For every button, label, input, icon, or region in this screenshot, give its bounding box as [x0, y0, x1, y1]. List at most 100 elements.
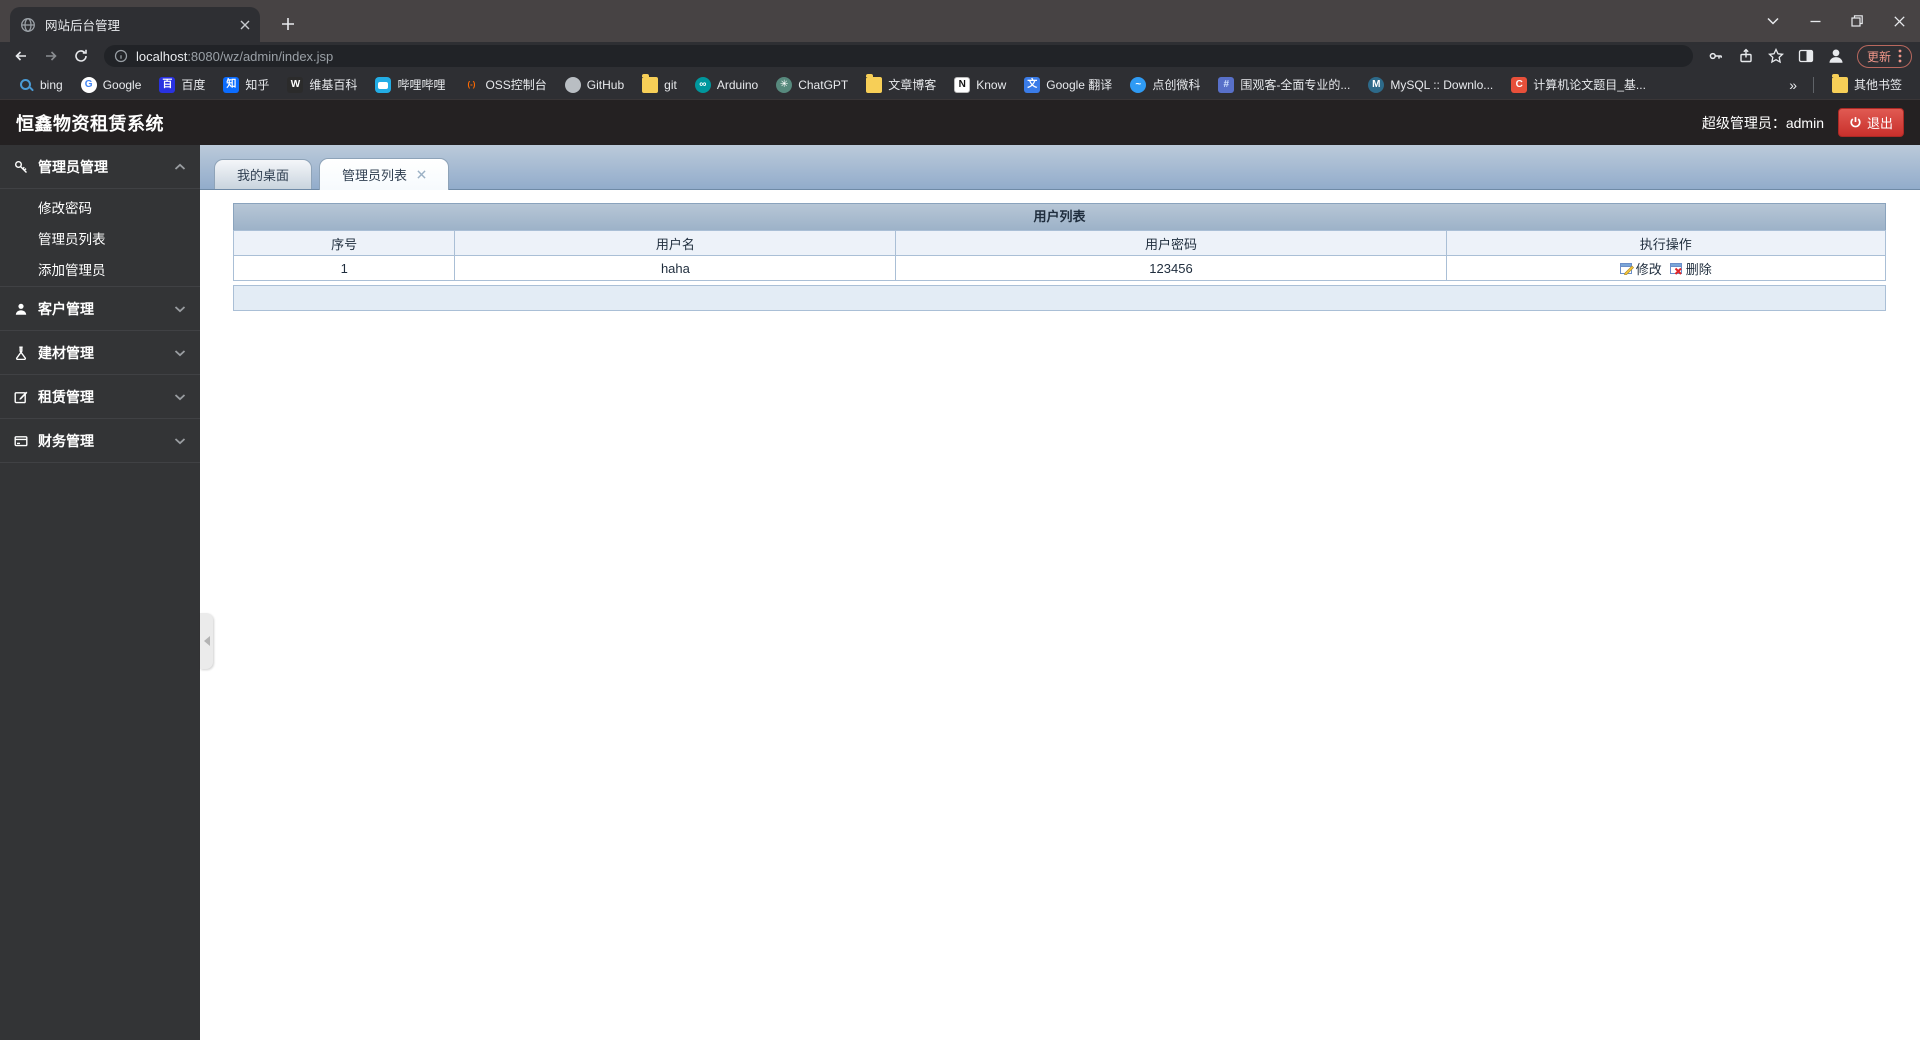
bookmark-item[interactable]: git [634, 73, 685, 96]
sidebar-item-lease[interactable]: 租赁管理 [0, 375, 200, 419]
sidebar-item-finance[interactable]: 财务管理 [0, 419, 200, 463]
side-panel-icon[interactable] [1793, 43, 1819, 69]
bookmark-item[interactable]: ∞ Arduino [687, 74, 766, 96]
tab-close-icon[interactable] [417, 170, 426, 179]
browser-toolbar: localhost:8080/wz/admin/index.jsp 更新 [0, 42, 1920, 70]
bookmark-label: 计算机论文题目_基... [1533, 78, 1646, 92]
chevron-down-icon [174, 305, 186, 313]
bookmark-item[interactable]: ✳ ChatGPT [768, 74, 856, 96]
bookmark-item[interactable]: # 围观客-全面专业的... [1210, 73, 1358, 96]
page-tabstrip: 我的桌面 管理员列表 [200, 145, 1920, 190]
google-icon: G [80, 76, 97, 93]
bookmark-item[interactable]: C 计算机论文题目_基... [1503, 73, 1654, 96]
github-icon [564, 76, 581, 93]
card-icon [14, 434, 28, 448]
bookmark-star-icon[interactable] [1763, 43, 1789, 69]
forward-icon[interactable] [38, 43, 64, 69]
browser-tab-title: 网站后台管理 [45, 19, 121, 33]
bookmark-item[interactable]: 知知乎 [215, 73, 277, 96]
bookmarks-overflow-chevron[interactable]: » [1783, 77, 1803, 93]
bookmark-item[interactable]: (-) OSS控制台 [455, 73, 554, 96]
delete-label: 删除 [1685, 261, 1712, 277]
sidebar-nav: 管理员管理修改密码 管理员列表 添加管理员 客户管理 建材管理租赁管理财务管理 [0, 145, 200, 1040]
tab-label: 管理员列表 [342, 168, 408, 183]
menu-dots-icon[interactable] [1898, 49, 1902, 63]
wikipedia-icon: W [287, 76, 304, 93]
delete-link[interactable]: 删除 [1669, 259, 1712, 278]
sidebar-item-material[interactable]: 建材管理 [0, 331, 200, 375]
tab-admin-list[interactable]: 管理员列表 [319, 158, 450, 190]
bookmark-label: 百度 [181, 78, 206, 92]
tab-label: 我的桌面 [237, 168, 290, 183]
arduino-icon: ∞ [694, 76, 711, 93]
bookmark-label: 知乎 [245, 78, 270, 92]
sidebar-item-label: 租赁管理 [38, 388, 94, 405]
user-icon [14, 302, 28, 316]
edit-icon [14, 390, 28, 404]
header-user-area: 超级管理员：admin 退出 [1702, 108, 1904, 137]
chevron-down-icon [174, 349, 186, 357]
sidebar-collapse-handle[interactable] [200, 613, 213, 669]
share-icon[interactable] [1733, 43, 1759, 69]
new-tab-button[interactable] [274, 10, 302, 38]
key-icon [14, 160, 28, 174]
folder-icon [642, 73, 659, 93]
sidebar-item-add-admin[interactable]: 添加管理员 [0, 253, 200, 284]
page-content: 用户列表 序号 用户名 用户密码 执行操作 1 haha 123456 修改 删… [200, 190, 1920, 1040]
bookmark-item[interactable]: bing [10, 74, 71, 96]
bookmark-item[interactable]: 文章博客 [858, 73, 944, 96]
back-icon[interactable] [8, 43, 34, 69]
bookmark-item[interactable]: N Know [946, 74, 1014, 96]
col-password: 用户密码 [895, 230, 1447, 256]
tab-close-icon[interactable] [240, 20, 250, 30]
url-text: localhost:8080/wz/admin/index.jsp [136, 49, 333, 64]
bookmark-item[interactable]: 文 Google 翻译 [1016, 73, 1120, 96]
bookmark-item[interactable]: M MySQL :: Downlo... [1360, 74, 1501, 96]
minimize-button[interactable] [1794, 0, 1836, 42]
bookmark-item[interactable]: 哔哩哔哩 [367, 73, 453, 96]
bookmark-item[interactable]: G Google [73, 74, 150, 96]
password-key-icon[interactable] [1703, 43, 1729, 69]
sidebar-item-change-password[interactable]: 修改密码 [0, 191, 200, 222]
close-window-button[interactable] [1878, 0, 1920, 42]
tab-my-desktop[interactable]: 我的桌面 [214, 159, 313, 189]
window-controls [1752, 0, 1920, 42]
browser-tab[interactable]: 网站后台管理 [10, 7, 260, 42]
url-path: :8080/wz/admin/index.jsp [187, 48, 334, 64]
mysql-icon: M [1368, 76, 1385, 93]
col-actions: 执行操作 [1445, 230, 1887, 256]
bookmarks-bar: bing G Google 百百度知知乎 W 维基百科 哔哩哔哩 (-) OSS控制台 GitHu… [0, 70, 1920, 99]
sidebar-submenu-admin: 修改密码 管理员列表 添加管理员 [0, 189, 200, 287]
chrome-update-button[interactable]: 更新 [1856, 44, 1912, 68]
sidebar-item-admin-list[interactable]: 管理员列表 [0, 222, 200, 253]
notion-icon: N [954, 76, 971, 93]
logout-button[interactable]: 退出 [1837, 108, 1904, 137]
reload-icon[interactable] [68, 43, 94, 69]
bookmark-item[interactable]: 百百度 [151, 73, 213, 96]
table-footer-bar [233, 285, 1886, 311]
sidebar-item-admin[interactable]: 管理员管理 [0, 145, 200, 189]
browser-frame-bar: 网站后台管理 [0, 0, 1920, 42]
edit-link[interactable]: 修改 [1619, 259, 1662, 278]
sidebar-item-label: 管理员管理 [38, 158, 108, 175]
logout-label: 退出 [1866, 116, 1893, 131]
other-bookmarks-button[interactable]: 其他书签 [1824, 73, 1910, 96]
profile-avatar-icon[interactable] [1823, 43, 1849, 69]
user-table: 用户列表 序号 用户名 用户密码 执行操作 1 haha 123456 修改 删… [232, 203, 1887, 311]
delete-row-icon [1669, 262, 1684, 275]
logged-in-user: 超级管理员：admin [1701, 114, 1824, 131]
sidebar-item-customer[interactable]: 客户管理 [0, 287, 200, 331]
tab-search-chevron-icon[interactable] [1752, 0, 1794, 42]
col-no: 序号 [232, 230, 456, 256]
restore-button[interactable] [1836, 0, 1878, 42]
bookmark-item[interactable]: GitHub [557, 74, 632, 96]
bookmark-item[interactable]: W 维基百科 [279, 73, 365, 96]
bookmarks-bar-items: bing G Google 百百度知知乎 W 维基百科 哔哩哔哩 (-) OSS控制台 GitHu… [10, 73, 1654, 96]
bookmark-label: 文章博客 [888, 78, 937, 92]
address-bar[interactable]: localhost:8080/wz/admin/index.jsp [104, 45, 1693, 67]
bookmark-item[interactable]: ~ 点创微科 [1122, 73, 1208, 96]
bookmark-label: bing [40, 77, 63, 92]
chevron-down-icon [174, 393, 186, 401]
site-info-icon[interactable] [114, 49, 128, 63]
cell-username: haha [454, 255, 897, 281]
